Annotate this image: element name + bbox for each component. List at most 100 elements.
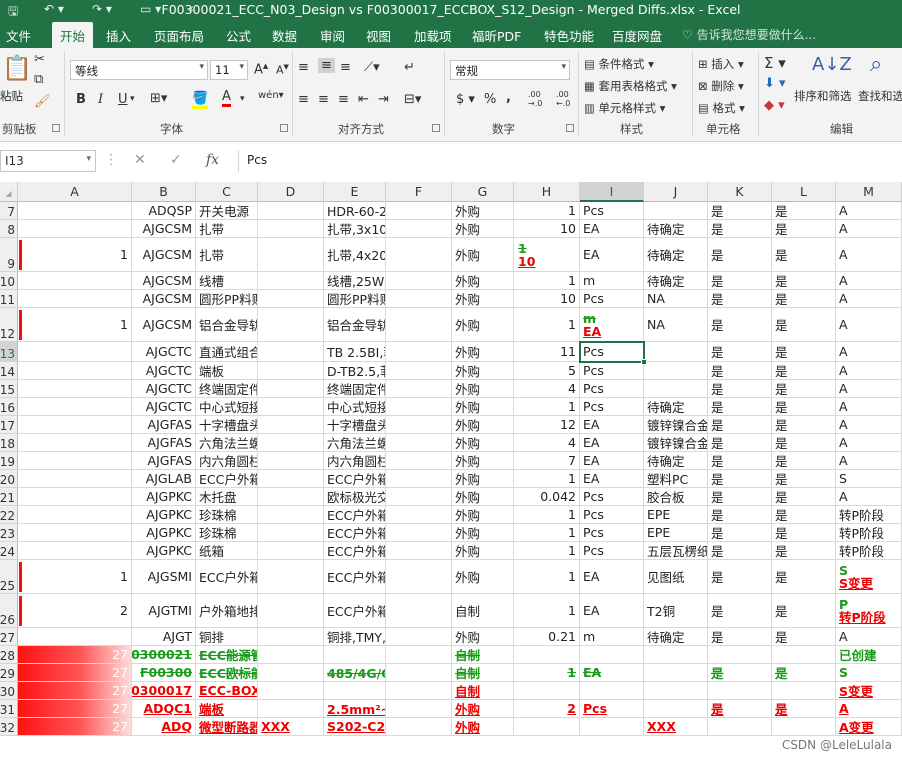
cell-e14[interactable]: D-TB2.5,菲尼克斯 [324,362,386,380]
cell-e13[interactable]: TB 2.5BI,菲尼克斯 [324,342,386,362]
cell-k28[interactable] [708,646,772,664]
cell-i10[interactable]: m [580,272,644,290]
cell-e10[interactable]: 线槽,25Wx50H(符合I [324,272,386,290]
cell-d23[interactable] [258,524,324,542]
shrink-font-icon[interactable]: A▼ [276,63,289,77]
cell-c23[interactable]: 珍珠棉 [196,524,258,542]
cell-b26[interactable]: AJGTMI [132,594,196,628]
cell-a8[interactable] [18,220,132,238]
chevron-down-icon[interactable]: ▾ [130,94,135,104]
cell-f23[interactable] [386,524,452,542]
grow-font-icon[interactable]: A▲ [254,62,268,77]
cell-i20[interactable]: EA [580,470,644,488]
row-header[interactable]: 21 [0,488,18,506]
cell-g23[interactable]: 外购 [452,524,514,542]
row-header[interactable]: 14 [0,362,18,380]
cell-j12[interactable]: NA [644,308,708,342]
cell-h7[interactable]: 1 [514,202,580,220]
cell-a14[interactable] [18,362,132,380]
cell-g32[interactable]: 外购 [452,718,514,736]
cell-j15[interactable] [644,380,708,398]
cell-d29[interactable] [258,664,324,682]
cell-l27[interactable]: 是 [772,628,836,646]
row-header[interactable]: 11 [0,290,18,308]
sort-filter-button[interactable]: 排序和筛选 [794,88,852,104]
cell-m11[interactable]: A [836,290,902,308]
row-header[interactable]: 30 [0,682,18,700]
column-header-g[interactable]: G [452,182,514,202]
cell-e27[interactable]: 铜排,TMY,表面镀锡, [324,628,386,646]
cell-i21[interactable]: Pcs [580,488,644,506]
cell-e11[interactable]: 圆形PP料贴纸，直径 [324,290,386,308]
cell-a29[interactable]: 27 [18,664,132,682]
cell-e17[interactable]: 十字槽盘头自攻锁紧 [324,416,386,434]
font-size-combo[interactable]: 11 ▾ [210,60,248,80]
tab-view[interactable]: 视图 [366,26,391,45]
cell-k30[interactable] [708,682,772,700]
cell-h19[interactable]: 7 [514,452,580,470]
cell-j18[interactable]: 镀锌镍合金 [644,434,708,452]
tab-data[interactable]: 数据 [272,26,297,45]
cell-b8[interactable]: AJGCSM [132,220,196,238]
cell-j17[interactable]: 镀锌镍合金 [644,416,708,434]
cell-h24[interactable]: 1 [514,542,580,560]
cell-i17[interactable]: EA [580,416,644,434]
cell-k18[interactable]: 是 [708,434,772,452]
column-header-d[interactable]: D [258,182,324,202]
row-header[interactable]: 25 [0,560,18,594]
cell-c26[interactable]: 户外箱地排 [196,594,258,628]
row-header[interactable]: 9 [0,238,18,272]
cell-b29[interactable]: F00300 [132,664,196,682]
cell-h13[interactable]: 11 [514,342,580,362]
cell-i32[interactable] [580,718,644,736]
cell-k16[interactable]: 是 [708,398,772,416]
cell-h14[interactable]: 5 [514,362,580,380]
cell-b27[interactable]: AJGT [132,628,196,646]
cell-f29[interactable] [386,664,452,682]
cell-a9[interactable]: 1 [18,238,132,272]
cell-g9[interactable]: 外购 [452,238,514,272]
row-header[interactable]: 31 [0,700,18,718]
enter-icon[interactable]: ✓ [170,152,182,168]
cell-h18[interactable]: 4 [514,434,580,452]
copy-icon[interactable]: ⧉ [34,72,43,87]
delete-cells-button[interactable]: ⊠ 删除 ▾ [698,78,744,94]
cell-j32[interactable]: XXX [644,718,708,736]
cell-i31[interactable]: Pcs [580,700,644,718]
column-header-m[interactable]: M [836,182,902,202]
cell-f31[interactable] [386,700,452,718]
row-header[interactable]: 28 [0,646,18,664]
cell-k20[interactable]: 是 [708,470,772,488]
cell-k14[interactable]: 是 [708,362,772,380]
cell-h26[interactable]: 1 [514,594,580,628]
cell-g24[interactable]: 外购 [452,542,514,560]
font-color-button[interactable]: A [222,90,231,107]
row-header[interactable]: 23 [0,524,18,542]
cell-h12[interactable]: 1 [514,308,580,342]
cell-k13[interactable]: 是 [708,342,772,362]
cell-m21[interactable]: A [836,488,902,506]
cell-e24[interactable]: ECC户外箱纸箱;外尺 [324,542,386,560]
cell-l24[interactable]: 是 [772,542,836,560]
cell-m24[interactable]: 转P阶段 [836,542,902,560]
cell-f14[interactable] [386,362,452,380]
cell-f26[interactable] [386,594,452,628]
cell-c27[interactable]: 铜排 [196,628,258,646]
cell-m27[interactable]: A [836,628,902,646]
cell-c8[interactable]: 扎带 [196,220,258,238]
cell-m22[interactable]: 转P阶段 [836,506,902,524]
cell-i7[interactable]: Pcs [580,202,644,220]
cell-a25[interactable]: 1 [18,560,132,594]
decrease-indent-icon[interactable]: ⇤ [358,92,369,107]
cell-i28[interactable] [580,646,644,664]
cell-l16[interactable]: 是 [772,398,836,416]
column-header-k[interactable]: K [708,182,772,202]
cell-h30[interactable] [514,682,580,700]
cell-e9[interactable]: 扎带,4x200 [324,238,386,272]
cell-c9[interactable]: 扎带 [196,238,258,272]
cell-d22[interactable] [258,506,324,524]
autosum-button[interactable]: Σ ▾ [764,54,786,72]
cut-icon[interactable]: ✂ [34,52,45,67]
cell-a7[interactable] [18,202,132,220]
orientation-icon[interactable]: ⟋▾ [364,60,380,75]
